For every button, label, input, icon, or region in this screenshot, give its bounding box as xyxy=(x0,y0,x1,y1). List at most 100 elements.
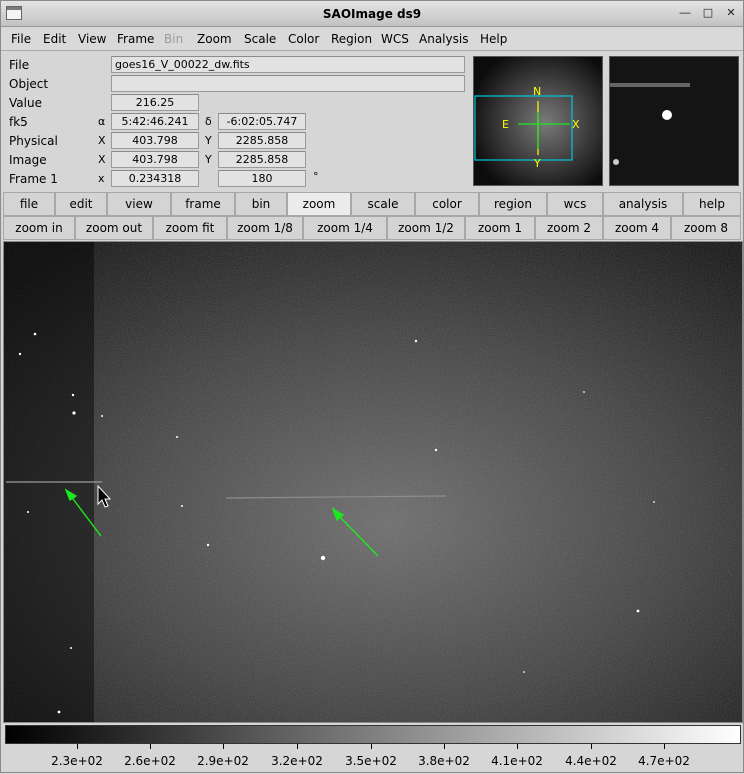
button-zoom-in[interactable]: zoom in xyxy=(3,216,75,240)
menu-bar: File Edit View Frame Bin Zoom Scale Colo… xyxy=(1,28,743,51)
frame-label: Frame 1 xyxy=(9,172,58,186)
magnifier-graphic xyxy=(610,57,738,185)
button-zoom-2[interactable]: zoom 2 xyxy=(535,216,603,240)
compass-e: E xyxy=(502,118,509,131)
menu-color[interactable]: Color xyxy=(288,32,319,46)
physical-y-field: 2285.858 xyxy=(218,132,306,149)
menu-frame[interactable]: Frame xyxy=(117,32,154,46)
colorbar-tick xyxy=(591,744,592,749)
button-zoom-1[interactable]: zoom 1 xyxy=(465,216,535,240)
fits-image xyxy=(4,242,742,722)
minimize-icon[interactable]: ― xyxy=(677,6,693,20)
file-field: goes16_V_00022_dw.fits xyxy=(111,56,465,73)
colorbar-tick xyxy=(664,744,665,749)
button-zoom-fit[interactable]: zoom fit xyxy=(153,216,227,240)
button-file[interactable]: file xyxy=(3,192,55,216)
degree-symbol: ° xyxy=(313,170,319,183)
info-panel: File goes16_V_00022_dw.fits Object Value… xyxy=(1,52,743,192)
colorbar-tick xyxy=(77,744,78,749)
button-help[interactable]: help xyxy=(683,192,741,216)
colorbar-label: 4.1e+02 xyxy=(491,754,543,768)
colorbar-label: 2.3e+02 xyxy=(51,754,103,768)
menu-wcs[interactable]: WCS xyxy=(381,32,409,46)
button-zoom-4[interactable]: zoom 4 xyxy=(603,216,671,240)
fk5-label: fk5 xyxy=(9,115,28,129)
window-title: SAOImage ds9 xyxy=(322,7,422,21)
button-view[interactable]: view xyxy=(107,192,171,216)
fk5-delta-field: -6:02:05.747 xyxy=(218,113,306,130)
maximize-icon[interactable]: □ xyxy=(700,6,716,20)
physical-y-symbol: Y xyxy=(205,134,212,147)
colorbar-label: 4.7e+02 xyxy=(638,754,690,768)
menu-scale[interactable]: Scale xyxy=(244,32,276,46)
colorbar-tick xyxy=(517,744,518,749)
panner-view[interactable]: N E X Y xyxy=(473,56,603,186)
image-y-symbol: Y xyxy=(205,153,212,166)
button-scale[interactable]: scale xyxy=(351,192,415,216)
button-frame[interactable]: frame xyxy=(171,192,235,216)
delta-symbol: δ xyxy=(205,115,212,128)
button-zoom-1-8[interactable]: zoom 1/8 xyxy=(227,216,303,240)
button-bar-main: file edit view frame bin zoom scale colo… xyxy=(3,192,742,216)
image-y-field: 2285.858 xyxy=(218,151,306,168)
colorbar-label: 3.2e+02 xyxy=(271,754,323,768)
image-x-symbol: X xyxy=(98,153,106,166)
button-wcs[interactable]: wcs xyxy=(547,192,603,216)
fk5-alpha-field: 5:42:46.241 xyxy=(111,113,199,130)
colorbar-tick xyxy=(444,744,445,749)
menu-bin[interactable]: Bin xyxy=(164,32,183,46)
button-color[interactable]: color xyxy=(415,192,479,216)
menu-analysis[interactable]: Analysis xyxy=(419,32,468,46)
compass-n: N xyxy=(533,85,541,98)
button-zoom-1-4[interactable]: zoom 1/4 xyxy=(303,216,387,240)
colorbar-tick xyxy=(371,744,372,749)
physical-x-symbol: X xyxy=(98,134,106,147)
button-zoom-8[interactable]: zoom 8 xyxy=(671,216,741,240)
menu-zoom[interactable]: Zoom xyxy=(197,32,232,46)
button-edit[interactable]: edit xyxy=(55,192,107,216)
colorbar-tick xyxy=(150,744,151,749)
compass-y: Y xyxy=(533,157,541,170)
button-zoom-out[interactable]: zoom out xyxy=(75,216,153,240)
file-label: File xyxy=(9,58,30,72)
ds9-window: SAOImage ds9 ― □ ✕ File Edit View Frame … xyxy=(0,0,744,773)
menu-edit[interactable]: Edit xyxy=(43,32,66,46)
image-display[interactable] xyxy=(3,241,743,723)
object-field xyxy=(111,75,465,92)
colorbar-tick xyxy=(223,744,224,749)
menu-view[interactable]: View xyxy=(78,32,106,46)
image-label: Image xyxy=(9,153,47,167)
image-x-field: 403.798 xyxy=(111,151,199,168)
menu-file[interactable]: File xyxy=(11,32,31,46)
magnifier-view xyxy=(609,56,739,186)
physical-label: Physical xyxy=(9,134,58,148)
frame-zoom-field: 0.234318 xyxy=(111,170,199,187)
colorbar-label: 4.4e+02 xyxy=(565,754,617,768)
button-analysis[interactable]: analysis xyxy=(603,192,683,216)
colorbar[interactable] xyxy=(5,725,741,744)
frame-angle-field: 180 xyxy=(218,170,306,187)
colorbar-label: 2.6e+02 xyxy=(124,754,176,768)
button-zoom[interactable]: zoom xyxy=(287,192,351,216)
colorbar-label: 2.9e+02 xyxy=(197,754,249,768)
button-bin[interactable]: bin xyxy=(235,192,287,216)
compass-x: X xyxy=(572,118,580,131)
colorbar-label: 3.5e+02 xyxy=(345,754,397,768)
physical-x-field: 403.798 xyxy=(111,132,199,149)
colorbar-scale: 2.3e+02 2.6e+02 2.9e+02 3.2e+02 3.5e+02 … xyxy=(5,744,741,774)
value-label: Value xyxy=(9,96,42,110)
menu-help[interactable]: Help xyxy=(480,32,507,46)
panner-graphic: N E X Y xyxy=(474,57,602,185)
colorbar-tick xyxy=(297,744,298,749)
close-icon[interactable]: ✕ xyxy=(723,6,739,20)
object-label: Object xyxy=(9,77,49,91)
button-region[interactable]: region xyxy=(479,192,547,216)
title-bar[interactable]: SAOImage ds9 ― □ ✕ xyxy=(1,1,743,27)
alpha-symbol: α xyxy=(98,115,106,128)
button-zoom-1-2[interactable]: zoom 1/2 xyxy=(387,216,465,240)
frame-x-symbol: x xyxy=(98,172,105,185)
colorbar-label: 3.8e+02 xyxy=(418,754,470,768)
button-bar-zoom: zoom in zoom out zoom fit zoom 1/8 zoom … xyxy=(3,216,742,240)
menu-region[interactable]: Region xyxy=(331,32,372,46)
value-field: 216.25 xyxy=(111,94,199,111)
